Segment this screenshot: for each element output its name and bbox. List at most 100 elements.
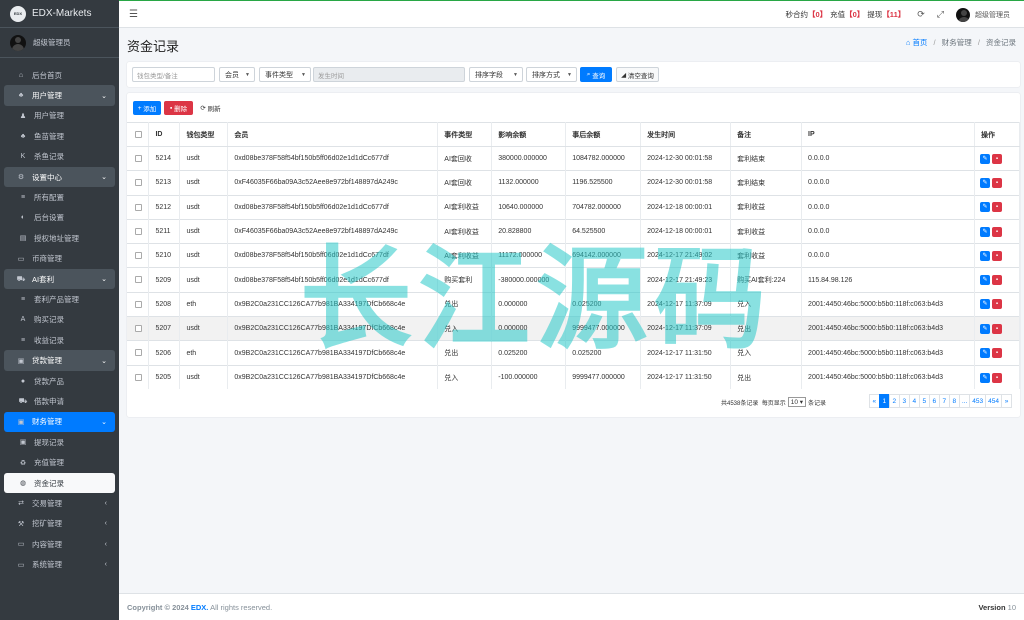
row-checkbox[interactable] [135, 179, 142, 187]
recharge-link[interactable]: 充值【0】 [830, 9, 864, 20]
row-checkbox[interactable] [135, 349, 142, 357]
sidebar-item[interactable]: ◐ 后台设置 [4, 208, 115, 228]
sort-method-select[interactable]: 排序方式 ▼ [526, 67, 577, 82]
breadcrumb-item-finance[interactable]: 财务管理 [942, 38, 972, 47]
table-row[interactable]: 5206 eth 0x9B2C0a231CC126CA77b981BA334197D… [127, 340, 1021, 366]
row-select-cell[interactable] [127, 316, 150, 341]
row-select-cell[interactable] [127, 340, 150, 366]
sidebar-item[interactable]: ▭ 内容管理 ‹ [4, 534, 115, 554]
sidebar-item[interactable]: ⌂ 后台首页 [4, 65, 115, 85]
delete-row-button[interactable]: ▪ [991, 275, 1002, 286]
row-select-cell[interactable] [127, 243, 150, 268]
row-checkbox[interactable] [135, 276, 142, 284]
table-row[interactable]: 5207 usdt 0x9B2C0a231CC126CA77b981BA334197… [127, 316, 1021, 341]
column-header[interactable]: 影响余额 [491, 122, 567, 147]
sidebar-item[interactable]: ≡ 收益记录 [4, 330, 115, 350]
sidebar-item[interactable]: ⚒ 挖矿管理 ‹ [4, 514, 115, 534]
edit-button[interactable]: ✎ [979, 226, 990, 237]
table-row[interactable]: 5211 usdt 0xF46035F66ba09A3c52Aee8e972bf14… [127, 218, 1021, 244]
row-checkbox[interactable] [135, 300, 142, 308]
table-row[interactable]: 5210 usdt 0xd08be378F58f54bf150b5ff06d02e1… [127, 243, 1021, 268]
user-panel[interactable]: 超级管理员 [0, 28, 119, 58]
sidebar-item[interactable]: ♣ 用户管理 ⌄ [4, 85, 115, 106]
column-header[interactable]: ID [148, 122, 181, 147]
sidebar-item[interactable]: ▣ 贷款管理 ⌄ [4, 350, 115, 371]
sidebar-item[interactable]: ⇄ 交易管理 ‹ [4, 493, 115, 513]
row-checkbox[interactable] [135, 227, 142, 235]
table-row[interactable]: 5209 usdt 0xd08be378F58f54bf150b5ff06d02e1… [127, 267, 1021, 293]
sidebar-item[interactable]: ▭ 系统管理 ‹ [4, 554, 115, 574]
sidebar-item[interactable]: ♣ 鱼苗管理 [4, 126, 115, 146]
column-header[interactable]: 事件类型 [437, 122, 493, 147]
page-link[interactable]: » [1001, 394, 1012, 408]
add-button[interactable]: + 添加 [133, 101, 161, 115]
table-row[interactable]: 5213 usdt 0xF46035F66ba09A3c52Aee8e972bf14… [127, 170, 1021, 196]
delete-row-button[interactable]: ▪ [991, 299, 1002, 310]
column-header[interactable]: 事后余额 [565, 122, 642, 147]
seconds-contract-link[interactable]: 秒合约【0】 [785, 9, 827, 20]
fullscreen-icon[interactable]: ⤢ [937, 9, 944, 20]
brand[interactable]: EDX EDX-Markets [0, 0, 119, 28]
table-row[interactable]: 5214 usdt 0xd08be378F58f54bf150b5ff06d02e1… [127, 145, 1021, 171]
delete-row-button[interactable]: ▪ [991, 202, 1002, 213]
column-header[interactable]: 钱包类型 [179, 122, 229, 147]
row-select-cell[interactable] [127, 218, 150, 244]
row-checkbox[interactable] [135, 252, 142, 260]
delete-row-button[interactable]: ▪ [991, 153, 1002, 164]
row-select-cell[interactable] [127, 291, 150, 317]
select-all-checkbox[interactable] [135, 130, 142, 138]
clear-query-button[interactable]: ◢ 清空查询 [616, 67, 659, 82]
page-link[interactable]: 454 [985, 394, 1002, 408]
sidebar-item[interactable]: ▤ 授权地址管理 [4, 228, 115, 248]
sidebar-item[interactable]: ⚙ 设置中心 ⌄ [4, 166, 115, 188]
event-type-select[interactable]: 事件类型 ▼ [259, 67, 311, 82]
delete-row-button[interactable]: ▪ [991, 226, 1002, 237]
row-checkbox[interactable] [135, 325, 142, 333]
edit-button[interactable]: ✎ [979, 348, 990, 359]
edit-button[interactable]: ✎ [979, 177, 990, 188]
sidebar-item[interactable]: K 杀鱼记录 [4, 147, 115, 167]
row-select-cell[interactable] [127, 267, 150, 293]
page-link[interactable]: 453 [969, 394, 987, 408]
delete-row-button[interactable]: ▪ [991, 372, 1002, 383]
column-header[interactable]: IP [801, 122, 975, 147]
delete-row-button[interactable]: ▪ [991, 250, 1002, 261]
edit-button[interactable]: ✎ [979, 153, 990, 164]
table-row[interactable]: 5208 eth 0x9B2C0a231CC126CA77b981BA334197D… [127, 291, 1021, 317]
row-checkbox[interactable] [135, 203, 142, 211]
select-all-cell[interactable] [127, 122, 150, 147]
row-select-cell[interactable] [127, 194, 150, 220]
row-select-cell[interactable] [127, 145, 150, 171]
sidebar-item[interactable]: ▣ 提现记录 [4, 432, 115, 452]
copyright-brand[interactable]: EDX. [191, 603, 209, 612]
delete-button[interactable]: ▪ 删除 [164, 101, 193, 115]
row-select-cell[interactable] [127, 364, 150, 390]
member-select[interactable]: 会员 ▼ [219, 67, 255, 82]
navbar-avatar[interactable] [956, 7, 970, 22]
wallet-search-input[interactable]: 钱包类型/备注 [132, 67, 215, 82]
sidebar-item[interactable]: ▣ 财务管理 ⌄ [4, 411, 115, 433]
menu-toggle-icon[interactable]: ☰ [129, 9, 138, 20]
edit-button[interactable]: ✎ [979, 202, 990, 213]
delete-row-button[interactable]: ▪ [991, 177, 1002, 188]
sidebar-item[interactable]: ≡ 所有配置 [4, 187, 115, 207]
edit-button[interactable]: ✎ [979, 299, 990, 310]
row-checkbox[interactable] [135, 373, 142, 381]
withdraw-link[interactable]: 提现【11】 [867, 9, 905, 20]
sidebar-item[interactable]: ♻ 充值管理 [4, 452, 115, 472]
sidebar-item[interactable]: ▭ 币商管理 [4, 249, 115, 269]
breadcrumb-home[interactable]: ⌂ 首页 [906, 38, 928, 47]
edit-button[interactable]: ✎ [979, 250, 990, 261]
sidebar-item[interactable]: ⛟ 借款申请 [4, 391, 115, 411]
edit-button[interactable]: ✎ [979, 275, 990, 286]
row-select-cell[interactable] [127, 170, 150, 196]
column-header[interactable]: 会员 [227, 122, 439, 147]
row-checkbox[interactable] [135, 154, 142, 162]
delete-row-button[interactable]: ▪ [991, 348, 1002, 359]
delete-row-button[interactable]: ▪ [991, 323, 1002, 334]
refresh-button[interactable]: ⟳ 刷新 [196, 101, 225, 115]
sort-field-select[interactable]: 排序字段 ▼ [469, 67, 523, 82]
table-row[interactable]: 5205 usdt 0x9B2C0a231CC126CA77b981BA334197… [127, 364, 1021, 390]
column-header[interactable]: 发生时间 [640, 122, 732, 147]
sidebar-item[interactable]: ⛟ AI套利 ⌄ [4, 268, 115, 290]
